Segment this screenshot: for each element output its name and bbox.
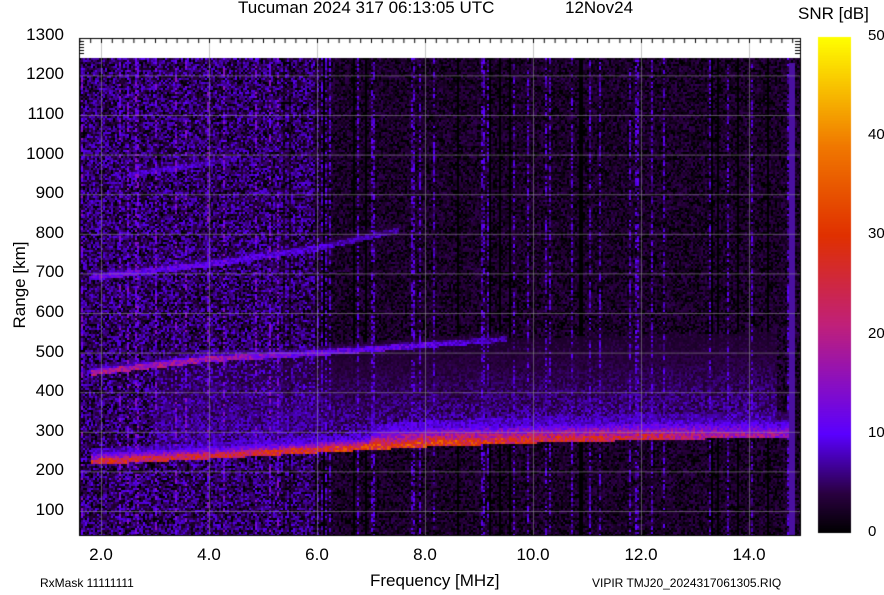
colorbar-tick-label: 0 bbox=[868, 523, 877, 540]
ionogram-heatmap bbox=[0, 0, 884, 595]
y-tick-label: 400 bbox=[35, 381, 64, 401]
y-axis-label: Range [km] bbox=[10, 241, 29, 329]
x-tick-label: 12.0 bbox=[624, 545, 658, 564]
y-tick-label: 600 bbox=[35, 302, 64, 321]
y-tick-label: 500 bbox=[35, 341, 64, 361]
x-tick-label: 4.0 bbox=[197, 545, 221, 564]
chart-title: Tucuman 2024 317 06:13:05 UTC bbox=[238, 0, 495, 17]
colorbar-tick-label: 10 bbox=[868, 423, 884, 441]
colorbar-title: SNR [dB] bbox=[798, 4, 869, 23]
y-tick-label: 300 bbox=[35, 420, 64, 440]
y-tick-label: 700 bbox=[35, 262, 64, 282]
y-tick-label: 1100 bbox=[27, 104, 64, 123]
colorbar-tick-label: 40 bbox=[868, 126, 884, 144]
chart-date: 12Nov24 bbox=[565, 0, 634, 17]
y-tick-label: 200 bbox=[35, 460, 64, 480]
y-tick-label: 1000 bbox=[26, 143, 64, 163]
colorbar-tick-label: 50 bbox=[868, 27, 884, 44]
y-tick-label: 1300 bbox=[26, 24, 64, 44]
rxmask-label: RxMask 11111111 bbox=[40, 576, 134, 590]
x-tick-label: 6.0 bbox=[305, 545, 329, 564]
y-tick-label: 800 bbox=[35, 222, 64, 242]
x-tick-label: 14.0 bbox=[732, 545, 766, 564]
x-tick-label: 8.0 bbox=[413, 545, 437, 564]
y-tick-label: 900 bbox=[35, 183, 64, 203]
colorbar-tick-label: 20 bbox=[868, 324, 884, 342]
x-axis-label: Frequency [MHz] bbox=[370, 571, 500, 590]
file-name: VIPIR TMJ20_2024317061305.RIQ bbox=[592, 576, 782, 590]
axis-labels: 100 200 300 400 500 600 700 800 900 1000 1100 1200 1… bbox=[0, 0, 884, 595]
y-tick-label: 100 bbox=[35, 500, 64, 519]
y-tick-label: 1200 bbox=[26, 64, 64, 84]
x-tick-label: 2.0 bbox=[89, 545, 113, 564]
x-tick-label: 10.0 bbox=[516, 545, 550, 564]
colorbar-tick-label: 30 bbox=[868, 225, 884, 243]
